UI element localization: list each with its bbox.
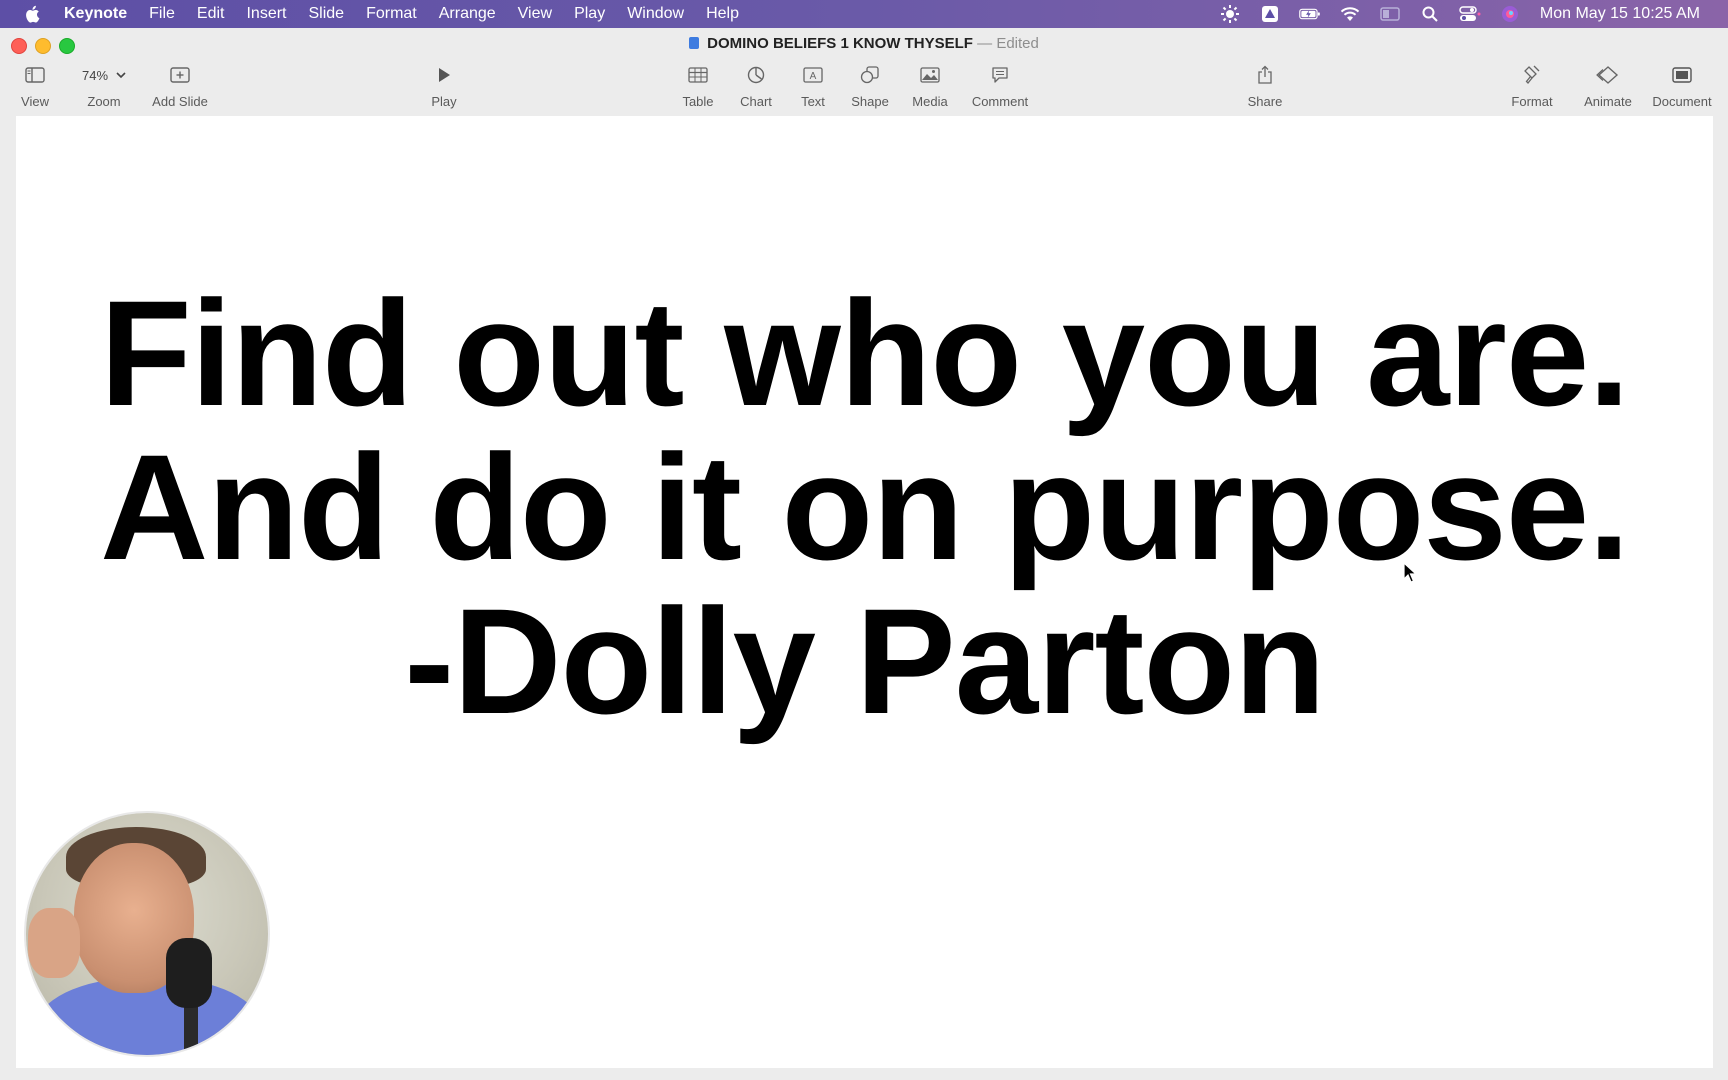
- title-separator: —: [977, 35, 993, 52]
- microphone-stand: [184, 1003, 198, 1055]
- menu-arrange[interactable]: Arrange: [439, 5, 496, 23]
- animate-button[interactable]: Animate: [1580, 60, 1636, 109]
- zoom-label: Zoom: [87, 94, 121, 109]
- media-button[interactable]: Media: [908, 60, 952, 109]
- app-menu-keynote[interactable]: Keynote: [64, 5, 127, 23]
- menu-help[interactable]: Help: [706, 5, 739, 23]
- media-photo-icon: [920, 60, 940, 90]
- zoom-menu[interactable]: 74% Zoom: [76, 60, 132, 109]
- table-icon: [688, 60, 708, 90]
- format-label: Format: [1511, 94, 1553, 109]
- comment-button[interactable]: Comment: [968, 60, 1032, 109]
- webcam-person-hand: [28, 908, 80, 978]
- quote-attribution: -Dolly Parton: [404, 577, 1325, 745]
- table-button[interactable]: Table: [678, 60, 718, 109]
- chevron-down-icon: [116, 72, 126, 79]
- view-label: View: [21, 94, 49, 109]
- control-center-icon[interactable]: [1459, 5, 1481, 23]
- comment-label: Comment: [971, 94, 1029, 109]
- share-label: Share: [1247, 94, 1283, 109]
- slide-quote-textbox[interactable]: Find out who you are. And do it on purpo…: [16, 276, 1713, 738]
- window-titlebar: DOMINO BELIEFS 1 KNOW THYSELF — Edited: [0, 28, 1728, 60]
- menu-file[interactable]: File: [149, 5, 175, 23]
- screen-mirroring-icon[interactable]: [1379, 5, 1401, 23]
- add-slide-label: Add Slide: [152, 94, 208, 109]
- chart-button[interactable]: Chart: [736, 60, 776, 109]
- menu-format[interactable]: Format: [366, 5, 417, 23]
- share-button[interactable]: Share: [1243, 60, 1287, 109]
- menu-play[interactable]: Play: [574, 5, 605, 23]
- shape-button[interactable]: Shape: [848, 60, 892, 109]
- menu-view[interactable]: View: [518, 5, 552, 23]
- drive-icon[interactable]: [1259, 5, 1281, 23]
- share-icon: [1257, 60, 1273, 90]
- play-label: Play: [431, 94, 457, 109]
- spotlight-search-icon[interactable]: [1419, 5, 1441, 23]
- siri-icon[interactable]: [1499, 5, 1521, 23]
- brightness-gear-icon[interactable]: [1219, 5, 1241, 23]
- battery-icon[interactable]: [1299, 5, 1321, 23]
- mouse-cursor-icon: [1403, 561, 1418, 589]
- zoom-value: 74%: [81, 67, 109, 83]
- document-inspector-icon: [1672, 60, 1692, 90]
- comment-icon: [991, 60, 1009, 90]
- text-button[interactable]: A Text: [793, 60, 833, 109]
- text-label: Text: [801, 94, 825, 109]
- menu-slide[interactable]: Slide: [309, 5, 345, 23]
- table-label: Table: [682, 94, 714, 109]
- keynote-document-icon: [689, 37, 700, 49]
- menu-edit[interactable]: Edit: [197, 5, 225, 23]
- document-title: DOMINO BELIEFS 1 KNOW THYSELF — Edited: [0, 35, 1728, 52]
- play-button[interactable]: Play: [424, 60, 464, 109]
- shape-label: Shape: [851, 94, 889, 109]
- document-name: DOMINO BELIEFS 1 KNOW THYSELF: [707, 35, 973, 52]
- add-slide-icon: [170, 60, 190, 90]
- shape-icon: [860, 60, 880, 90]
- menu-bar: Keynote File Edit Insert Slide Format Ar…: [0, 0, 1728, 28]
- menubar-clock[interactable]: Mon May 15 10:25 AM: [1540, 5, 1700, 23]
- menu-window[interactable]: Window: [627, 5, 684, 23]
- view-button[interactable]: View: [14, 60, 56, 109]
- apple-menu-icon[interactable]: [24, 5, 40, 23]
- slide-canvas[interactable]: Find out who you are. And do it on purpo…: [16, 116, 1713, 1068]
- wifi-icon[interactable]: [1339, 5, 1361, 23]
- animate-diamond-icon: [1596, 60, 1620, 90]
- play-icon: [437, 60, 451, 90]
- add-slide-button[interactable]: Add Slide: [150, 60, 210, 109]
- menu-insert[interactable]: Insert: [246, 5, 286, 23]
- text-box-icon: A: [803, 60, 823, 90]
- svg-text:A: A: [810, 71, 817, 82]
- media-label: Media: [912, 94, 948, 109]
- chart-label: Chart: [740, 94, 772, 109]
- webcam-overlay: [26, 813, 268, 1055]
- document-button[interactable]: Document: [1650, 60, 1714, 109]
- animate-label: Animate: [1584, 94, 1632, 109]
- quote-line-2: And do it on purpose.: [100, 423, 1630, 591]
- document-label: Document: [1652, 94, 1712, 109]
- quote-line-1: Find out who you are.: [100, 269, 1630, 437]
- format-button[interactable]: Format: [1508, 60, 1556, 109]
- microphone-icon: [166, 938, 212, 1008]
- sidebar-view-icon: [25, 60, 45, 90]
- chart-icon: [747, 60, 765, 90]
- format-paintbrush-icon: [1523, 60, 1541, 90]
- edited-indicator[interactable]: Edited: [996, 35, 1039, 52]
